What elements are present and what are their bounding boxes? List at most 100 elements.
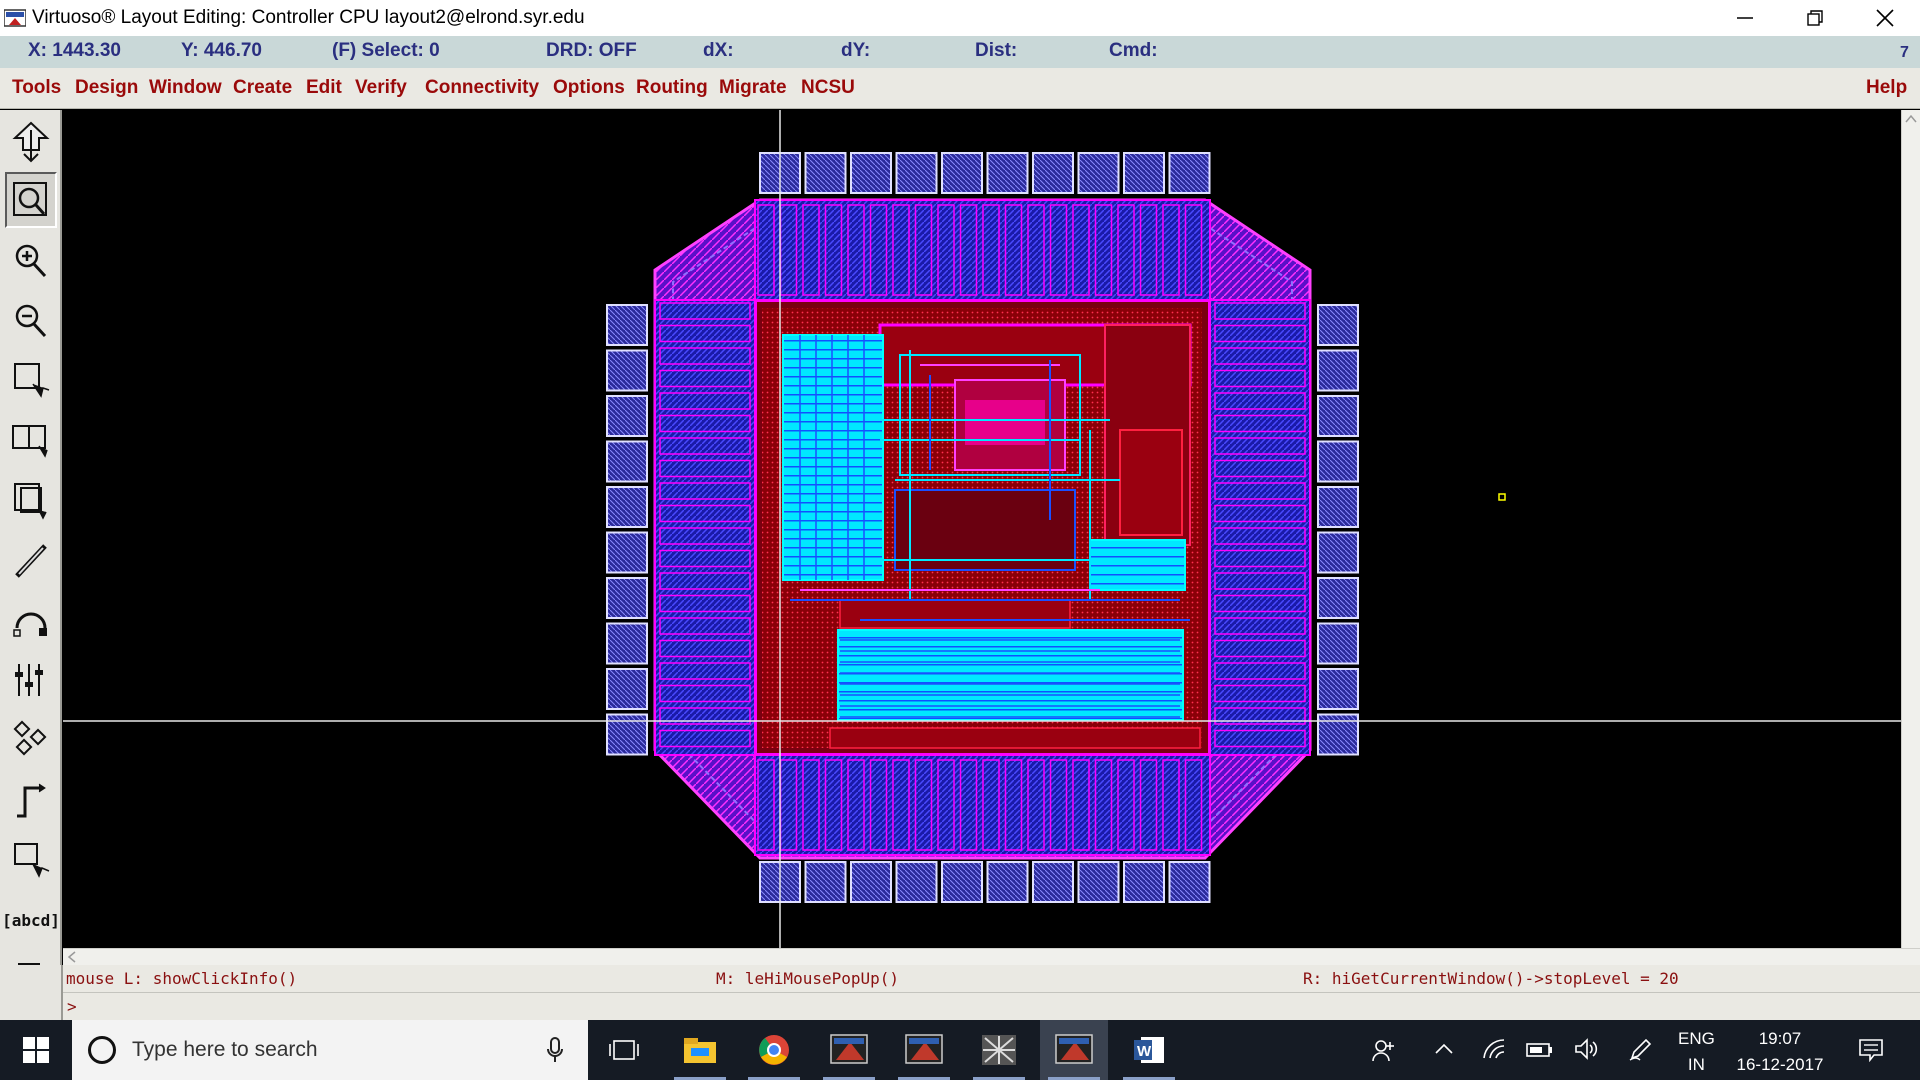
restore-button[interactable] — [1780, 0, 1850, 36]
taskbar-virtuoso[interactable] — [1040, 1020, 1108, 1080]
dist-readout: Dist: — [975, 40, 1018, 61]
bond-pad — [850, 152, 892, 194]
datapath-right — [1089, 539, 1186, 591]
save-icon — [12, 121, 50, 163]
create-path-tool[interactable] — [5, 772, 57, 828]
chevron-up-icon[interactable] — [1434, 1042, 1454, 1056]
window-title: Virtuoso® Layout Editing: Controller CPU… — [32, 7, 585, 28]
save-tool[interactable] — [5, 114, 57, 170]
search-placeholder: Type here to search — [132, 1038, 318, 1061]
taskbar-file-explorer[interactable] — [666, 1020, 734, 1080]
menu-window[interactable]: Window — [149, 77, 222, 99]
bond-pad — [1317, 440, 1359, 483]
system-clock[interactable]: 19:07 16-12-2017 — [1720, 1026, 1840, 1078]
people-icon[interactable] — [1372, 1038, 1396, 1062]
menu-routing[interactable]: Routing — [636, 77, 708, 99]
palette-footer — [0, 965, 63, 1020]
stretch-tool[interactable] — [5, 352, 57, 408]
command-input-line[interactable]: > — [63, 992, 1920, 1020]
task-view-button[interactable] — [590, 1020, 658, 1080]
dy-readout: dY: — [841, 40, 871, 61]
microphone-icon[interactable] — [546, 1037, 564, 1063]
xming-icon — [830, 1034, 868, 1064]
mouse-middle-hint: M: leHiMousePopUp() — [716, 969, 900, 988]
bond-pad — [804, 152, 847, 194]
undo-icon — [13, 612, 47, 637]
bond-pad — [895, 861, 938, 903]
vertical-scrollbar[interactable] — [1901, 110, 1920, 948]
zoom-fit-icon — [13, 182, 47, 216]
language-indicator[interactable]: ENG IN — [1678, 1026, 1715, 1078]
create-instance-tool[interactable] — [5, 712, 57, 768]
taskbar-xming-1[interactable] — [815, 1020, 883, 1080]
close-button[interactable] — [1850, 0, 1920, 36]
title-bar: Virtuoso® Layout Editing: Controller CPU… — [0, 0, 1920, 36]
bond-pad — [1317, 304, 1359, 346]
volume-icon[interactable] — [1574, 1038, 1600, 1060]
menu-migrate[interactable]: Migrate — [719, 77, 787, 99]
word-icon: W — [1134, 1037, 1164, 1063]
bond-pad — [986, 861, 1029, 903]
bond-pad — [606, 531, 648, 574]
mouse-hint-bar: mouse L: showClickInfo() M: leHiMousePop… — [63, 965, 1920, 992]
create-instance-icon — [13, 720, 47, 756]
pen-ink-icon[interactable] — [1628, 1036, 1652, 1062]
zoom-out-icon — [15, 304, 47, 338]
layout-canvas[interactable] — [63, 110, 1901, 948]
bond-pad — [1168, 152, 1211, 194]
bond-pad — [895, 152, 938, 194]
menu-design[interactable]: Design — [75, 77, 138, 99]
minimize-icon — [1737, 17, 1753, 19]
taskbar-xming-2[interactable] — [890, 1020, 958, 1080]
task-view-icon — [609, 1040, 639, 1060]
bond-pad — [1077, 152, 1120, 194]
create-rectangle-tool[interactable] — [5, 832, 57, 888]
menu-connectivity[interactable]: Connectivity — [425, 77, 539, 99]
zoom-fit-tool[interactable] — [5, 172, 57, 228]
menu-verify[interactable]: Verify — [355, 77, 407, 99]
copy-tool[interactable] — [5, 412, 57, 468]
scroll-left-icon[interactable] — [63, 949, 81, 965]
scroll-up-icon[interactable] — [1902, 110, 1920, 128]
move-tool[interactable] — [5, 472, 57, 528]
property-tool[interactable] — [5, 652, 57, 708]
bond-pad — [606, 668, 648, 710]
bond-pad — [1317, 349, 1359, 392]
cursor-marker — [1498, 493, 1506, 501]
bond-pad — [606, 577, 648, 619]
undo-tool[interactable] — [5, 592, 57, 648]
action-center-icon[interactable] — [1858, 1038, 1884, 1062]
bond-pad — [941, 861, 983, 903]
create-label-tool[interactable]: [abcd] — [2, 892, 60, 948]
control-block — [894, 489, 1076, 571]
windows-logo-icon — [23, 1037, 49, 1063]
taskbar-search-box[interactable]: Type here to search — [72, 1020, 588, 1080]
delete-tool[interactable] — [5, 532, 57, 588]
minimize-button[interactable] — [1710, 0, 1780, 36]
battery-icon[interactable] — [1526, 1042, 1554, 1058]
menu-help[interactable]: Help — [1866, 77, 1907, 99]
create-path-icon — [17, 783, 46, 818]
taskbar-cadence[interactable] — [965, 1020, 1033, 1080]
bond-pad — [1032, 861, 1074, 903]
menu-create[interactable]: Create — [233, 77, 292, 99]
restore-icon — [1807, 10, 1823, 26]
menu-tools[interactable]: Tools — [12, 77, 61, 99]
start-button[interactable] — [0, 1020, 72, 1080]
windows-taskbar: Type here to search W ENG IN 19:07 16-12… — [0, 1020, 1920, 1080]
virtuoso-icon — [1055, 1034, 1093, 1064]
zoom-in-tool[interactable] — [5, 232, 57, 288]
menu-edit[interactable]: Edit — [306, 77, 342, 99]
taskbar-word[interactable]: W — [1115, 1020, 1183, 1080]
bond-pad — [1317, 486, 1359, 528]
bond-pad — [606, 486, 648, 528]
copy-icon — [12, 425, 48, 458]
wifi-icon[interactable] — [1482, 1038, 1506, 1060]
cmd-readout: Cmd: — [1109, 40, 1158, 61]
menu-ncsu[interactable]: NCSU — [801, 77, 855, 99]
chip-layout — [63, 110, 1901, 948]
zoom-out-tool[interactable] — [5, 292, 57, 348]
taskbar-chrome[interactable] — [740, 1020, 808, 1080]
menu-options[interactable]: Options — [553, 77, 625, 99]
horizontal-scrollbar[interactable] — [63, 948, 1920, 965]
